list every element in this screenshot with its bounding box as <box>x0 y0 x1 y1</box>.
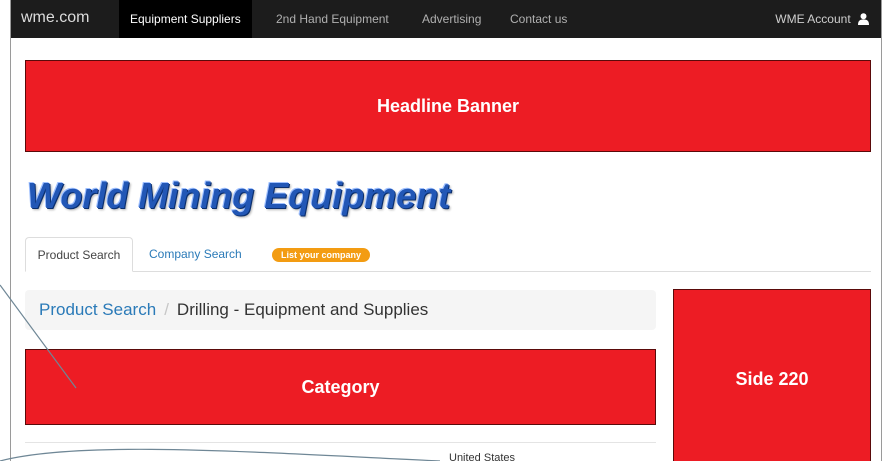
tab-company-search[interactable]: Company Search <box>149 237 242 271</box>
side-banner[interactable]: Side 220 <box>673 289 871 461</box>
list-your-company-badge[interactable]: List your company <box>272 248 371 262</box>
breadcrumb-separator: / <box>164 300 169 319</box>
category-banner[interactable]: Category <box>25 349 656 425</box>
nav-second-hand-equipment[interactable]: 2nd Hand Equipment <box>265 0 400 38</box>
browser-frame: wme.com Equipment Suppliers 2nd Hand Equ… <box>10 0 882 461</box>
top-navbar: wme.com Equipment Suppliers 2nd Hand Equ… <box>11 0 881 38</box>
breadcrumb: Product Search / Drilling - Equipment and … <box>25 290 656 330</box>
brand-link[interactable]: wme.com <box>21 9 89 27</box>
breadcrumb-root-link[interactable]: Product Search <box>39 300 156 319</box>
tab-product-search[interactable]: Product Search <box>25 237 133 272</box>
nav-equipment-suppliers[interactable]: Equipment Suppliers <box>119 0 252 38</box>
headline-banner[interactable]: Headline Banner <box>25 60 871 152</box>
content-divider <box>25 442 656 443</box>
account-menu[interactable]: WME Account <box>775 0 869 38</box>
nav-advertising[interactable]: Advertising <box>411 0 492 38</box>
account-label: WME Account <box>775 12 851 26</box>
site-logo[interactable]: World Mining Equipment <box>27 175 450 217</box>
search-tabs: Product Search Company Search List your … <box>25 237 871 272</box>
nav-contact-us[interactable]: Contact us <box>499 0 578 38</box>
country-label: United States <box>449 452 516 461</box>
user-icon <box>858 13 869 25</box>
breadcrumb-current: Drilling - Equipment and Supplies <box>176 300 429 319</box>
